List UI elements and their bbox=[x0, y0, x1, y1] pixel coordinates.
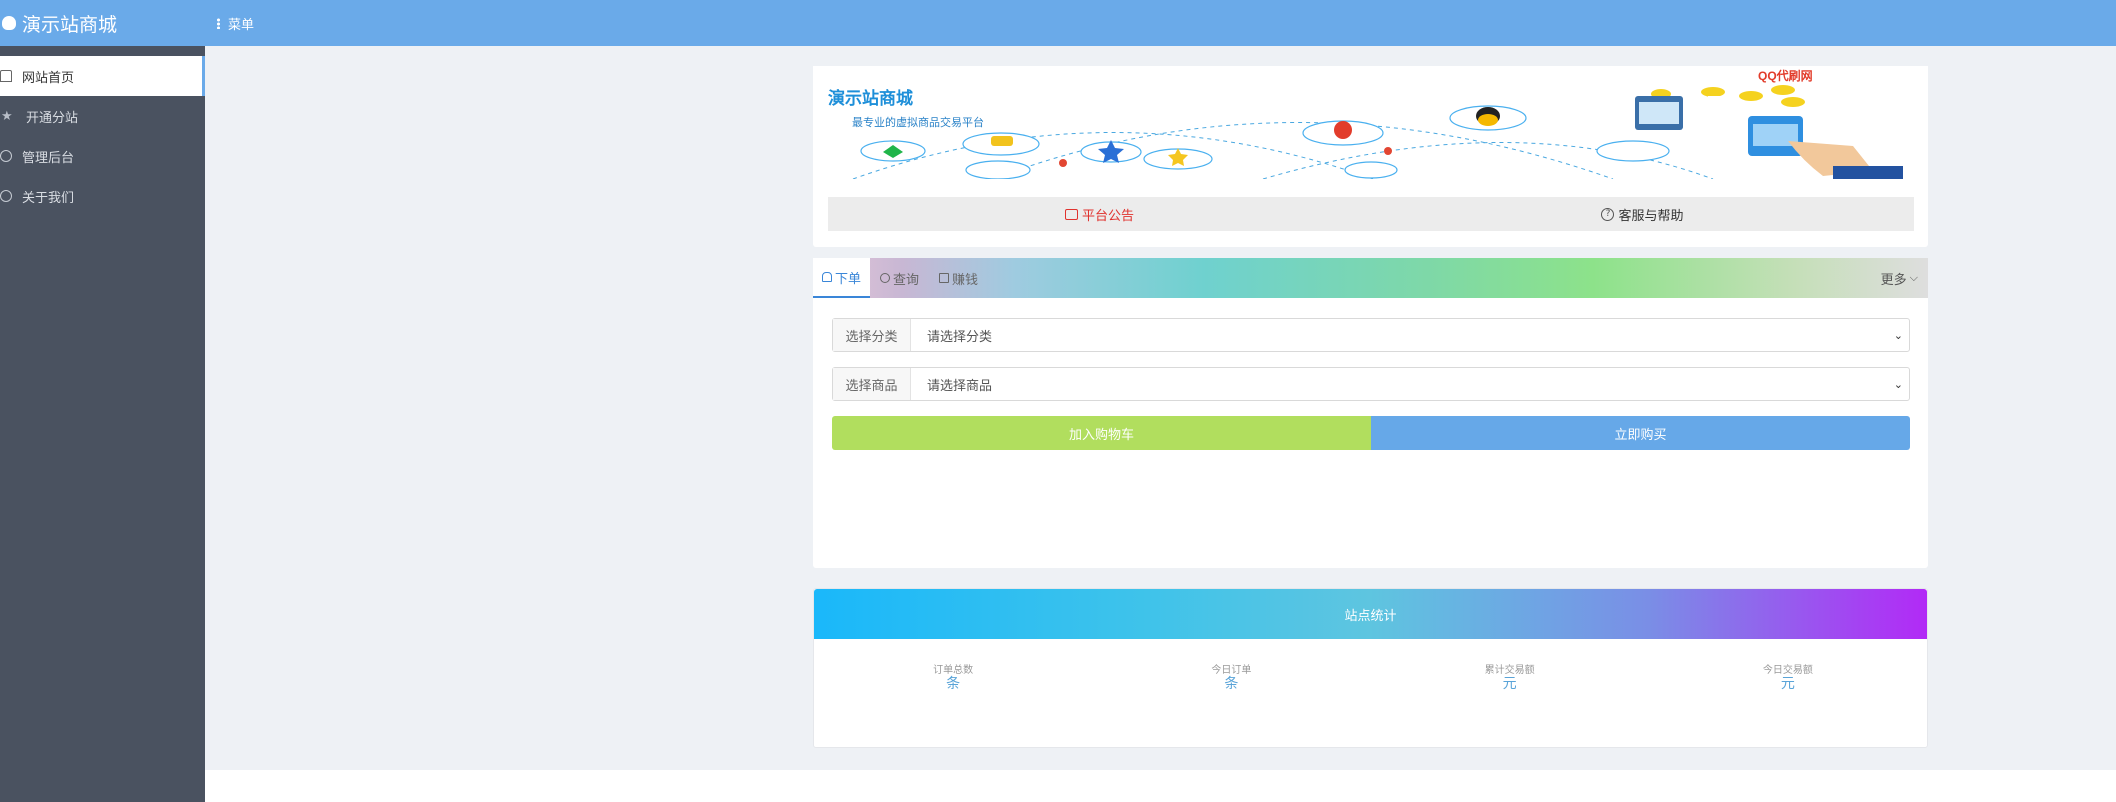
sidebar-item-about[interactable]: 关于我们 bbox=[0, 176, 205, 216]
sidebar-item-open-substation[interactable]: ★ 开通分站 bbox=[0, 96, 205, 136]
product-label: 选择商品 bbox=[833, 368, 911, 400]
search-icon bbox=[880, 273, 891, 283]
sidebar-item-label: 管理后台 bbox=[22, 150, 75, 166]
banner-image: QQ代刷网 演示站商城 最专业的虚拟商品交易平台 bbox=[813, 66, 1928, 179]
chevron-down-icon: ⌵ bbox=[1909, 271, 1918, 284]
category-select[interactable]: 请选择分类 ⌄ bbox=[911, 319, 1909, 351]
brand-title: 演示站商城 bbox=[22, 13, 118, 36]
vertical-dots-icon bbox=[217, 17, 220, 29]
banner-card: QQ代刷网 演示站商城 最专业的虚拟商品交易平台 平台公告 ? 客服与帮助 bbox=[813, 66, 1928, 247]
star-icon: ★ bbox=[1, 108, 13, 124]
category-select-row: 选择分类 请选择分类 ⌄ bbox=[832, 318, 1910, 352]
sidebar-item-home[interactable]: 网站首页 bbox=[0, 56, 205, 96]
site-stats-card: 站点统计 订单总数 条 今日订单 条 累计交易额 元 今日交易额 元 bbox=[813, 588, 1928, 748]
help-button[interactable]: ? 客服与帮助 bbox=[1371, 205, 1914, 224]
product-select-value: 请选择商品 bbox=[927, 378, 993, 394]
tab-label: 下单 bbox=[835, 271, 862, 287]
action-buttons: 加入购物车 立即购买 bbox=[832, 416, 1910, 450]
notice-label: 平台公告 bbox=[1081, 208, 1134, 224]
platform-notice-button[interactable]: 平台公告 bbox=[828, 205, 1371, 224]
stats-row: 订单总数 条 今日订单 条 累计交易额 元 今日交易额 元 bbox=[814, 639, 1927, 691]
buy-now-button[interactable]: 立即购买 bbox=[1371, 416, 1910, 450]
banner-title: 演示站商城 bbox=[828, 89, 913, 109]
chevron-down-icon: ⌄ bbox=[1893, 377, 1903, 391]
sidebar-item-label: 开通分站 bbox=[26, 110, 79, 126]
banner-subtitle: 最专业的虚拟商品交易平台 bbox=[852, 116, 984, 129]
home-icon bbox=[0, 70, 12, 82]
more-dropdown[interactable]: 更多 ⌵ bbox=[1881, 258, 1918, 298]
stat-today-volume: 今日交易额 元 bbox=[1649, 665, 1927, 691]
stat-total-orders: 订单总数 条 bbox=[814, 665, 1092, 691]
sidebar: 网站首页 ★ 开通分站 管理后台 关于我们 bbox=[0, 46, 205, 802]
stat-unit: 元 bbox=[1502, 676, 1517, 692]
product-select-row: 选择商品 请选择商品 ⌄ bbox=[832, 367, 1910, 401]
menu-label: 菜单 bbox=[228, 17, 255, 33]
stat-unit: 元 bbox=[1780, 676, 1795, 692]
category-select-value: 请选择分类 bbox=[927, 329, 993, 345]
sidebar-item-label: 网站首页 bbox=[22, 70, 75, 86]
sidebar-item-admin[interactable]: 管理后台 bbox=[0, 136, 205, 176]
top-bar: 演示站商城 菜单 bbox=[0, 0, 2116, 46]
help-label: 客服与帮助 bbox=[1618, 208, 1684, 224]
qq-penguin-icon bbox=[2, 16, 16, 30]
notice-bar: 平台公告 ? 客服与帮助 bbox=[828, 197, 1914, 231]
chevron-down-icon: ⌄ bbox=[1893, 328, 1903, 342]
stat-unit: 条 bbox=[1224, 676, 1239, 692]
banner-logo-text: QQ代刷网 bbox=[1758, 68, 1813, 83]
order-card: 下单 查询 赚钱 更多 ⌵ 选择分类 请选择分类 ⌄ 选择商品 请选择商品 ⌄ … bbox=[813, 258, 1928, 568]
tab-label: 查询 bbox=[893, 272, 920, 288]
add-to-cart-button[interactable]: 加入购物车 bbox=[832, 416, 1371, 450]
tab-label: 赚钱 bbox=[952, 272, 979, 288]
tab-order[interactable]: 下单 bbox=[813, 258, 871, 298]
tab-bar: 下单 查询 赚钱 更多 ⌵ bbox=[813, 258, 1928, 298]
tab-query[interactable]: 查询 bbox=[870, 258, 929, 298]
wallet-icon bbox=[939, 273, 950, 283]
menu-toggle-button[interactable]: 菜单 bbox=[217, 14, 254, 33]
question-circle-icon: ? bbox=[1601, 207, 1615, 221]
more-label: 更多 bbox=[1880, 272, 1907, 288]
user-circle-icon bbox=[0, 150, 12, 162]
bag-icon bbox=[822, 272, 832, 282]
footer bbox=[205, 770, 2116, 802]
sidebar-item-label: 关于我们 bbox=[22, 190, 75, 206]
info-icon bbox=[0, 190, 12, 202]
stat-unit: 条 bbox=[946, 676, 961, 692]
briefcase-icon bbox=[1064, 208, 1078, 220]
brand[interactable]: 演示站商城 bbox=[0, 10, 205, 37]
stat-today-orders: 今日订单 条 bbox=[1092, 665, 1370, 691]
stat-total-volume: 累计交易额 元 bbox=[1371, 665, 1649, 691]
stats-title: 站点统计 bbox=[814, 589, 1927, 639]
tab-earn[interactable]: 赚钱 bbox=[929, 258, 988, 298]
product-select[interactable]: 请选择商品 ⌄ bbox=[911, 368, 1909, 400]
category-label: 选择分类 bbox=[833, 319, 911, 351]
